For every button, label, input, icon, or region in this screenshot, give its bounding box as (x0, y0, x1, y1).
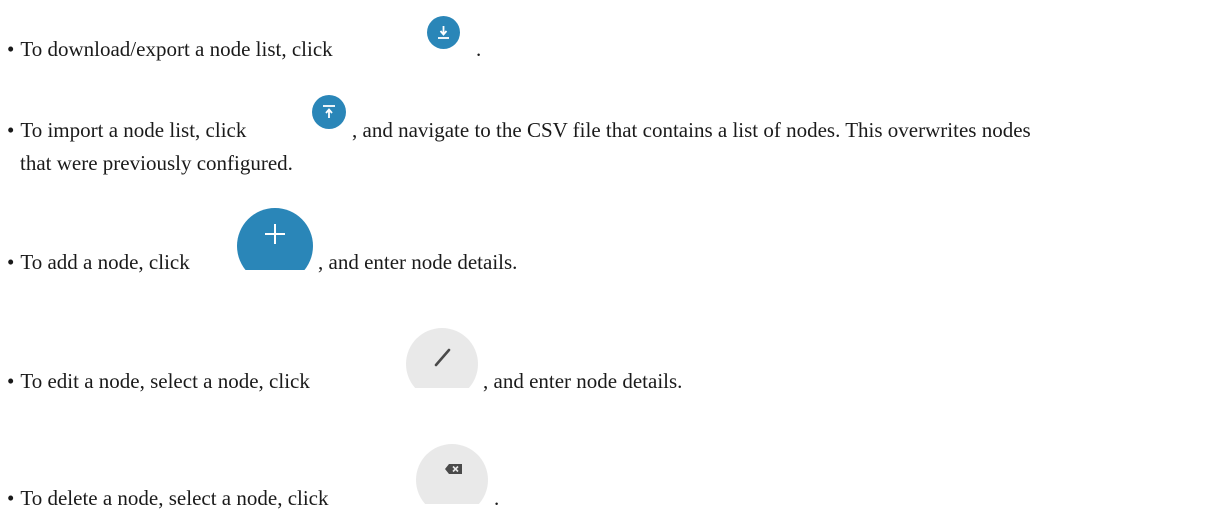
pencil-icon (434, 348, 451, 367)
plus-icon (265, 224, 285, 244)
bullet-text: To import a node list, click (20, 118, 247, 142)
bullet-download-end: . (476, 37, 481, 61)
bullet-import-end: , and navigate to the CSV file that cont… (352, 118, 1031, 142)
bullet-text: To download/export a node list, click (20, 37, 333, 61)
bullet-symbol: • (7, 486, 15, 510)
bullet-text: To delete a node, select a node, click (20, 486, 329, 510)
bullet-symbol: • (7, 118, 15, 142)
bullet-symbol: • (7, 250, 15, 274)
download-icon (438, 26, 449, 39)
bullet-add: • To add a node, click (7, 250, 190, 274)
upload-icon (323, 105, 335, 118)
bullet-symbol: • (7, 37, 15, 61)
bullet-edit-end: , and enter node details. (483, 369, 682, 393)
bullet-text-end: . (476, 37, 482, 61)
bullet-text: To edit a node, select a node, click (20, 369, 310, 393)
bullet-text-end: . (494, 486, 500, 510)
edit-button[interactable] (406, 328, 478, 388)
bullet-delete-end: . (494, 486, 499, 510)
bullet-text: To add a node, click (20, 250, 190, 274)
backspace-icon (445, 464, 462, 474)
add-button[interactable] (237, 208, 313, 270)
bullet-symbol: • (7, 369, 15, 393)
bullet-text-end: , and navigate to the CSV file that cont… (352, 118, 1031, 142)
bullet-text-end: , and enter node details. (318, 250, 518, 274)
bullet-edit: • To edit a node, select a node, click (7, 369, 310, 393)
delete-button[interactable] (416, 444, 488, 504)
bullet-text-continuation: that were previously configured. (20, 151, 293, 175)
bullet-text-end: , and enter node details. (483, 369, 683, 393)
download-button[interactable] (427, 16, 460, 49)
bullet-download: • To download/export a node list, click (7, 37, 333, 61)
bullet-add-end: , and enter node details. (318, 250, 517, 274)
bullet-delete: • To delete a node, select a node, click (7, 486, 329, 510)
bullet-import-continuation: that were previously configured. (20, 151, 293, 175)
import-button[interactable] (312, 95, 346, 129)
bullet-import: • To import a node list, click (7, 118, 246, 142)
